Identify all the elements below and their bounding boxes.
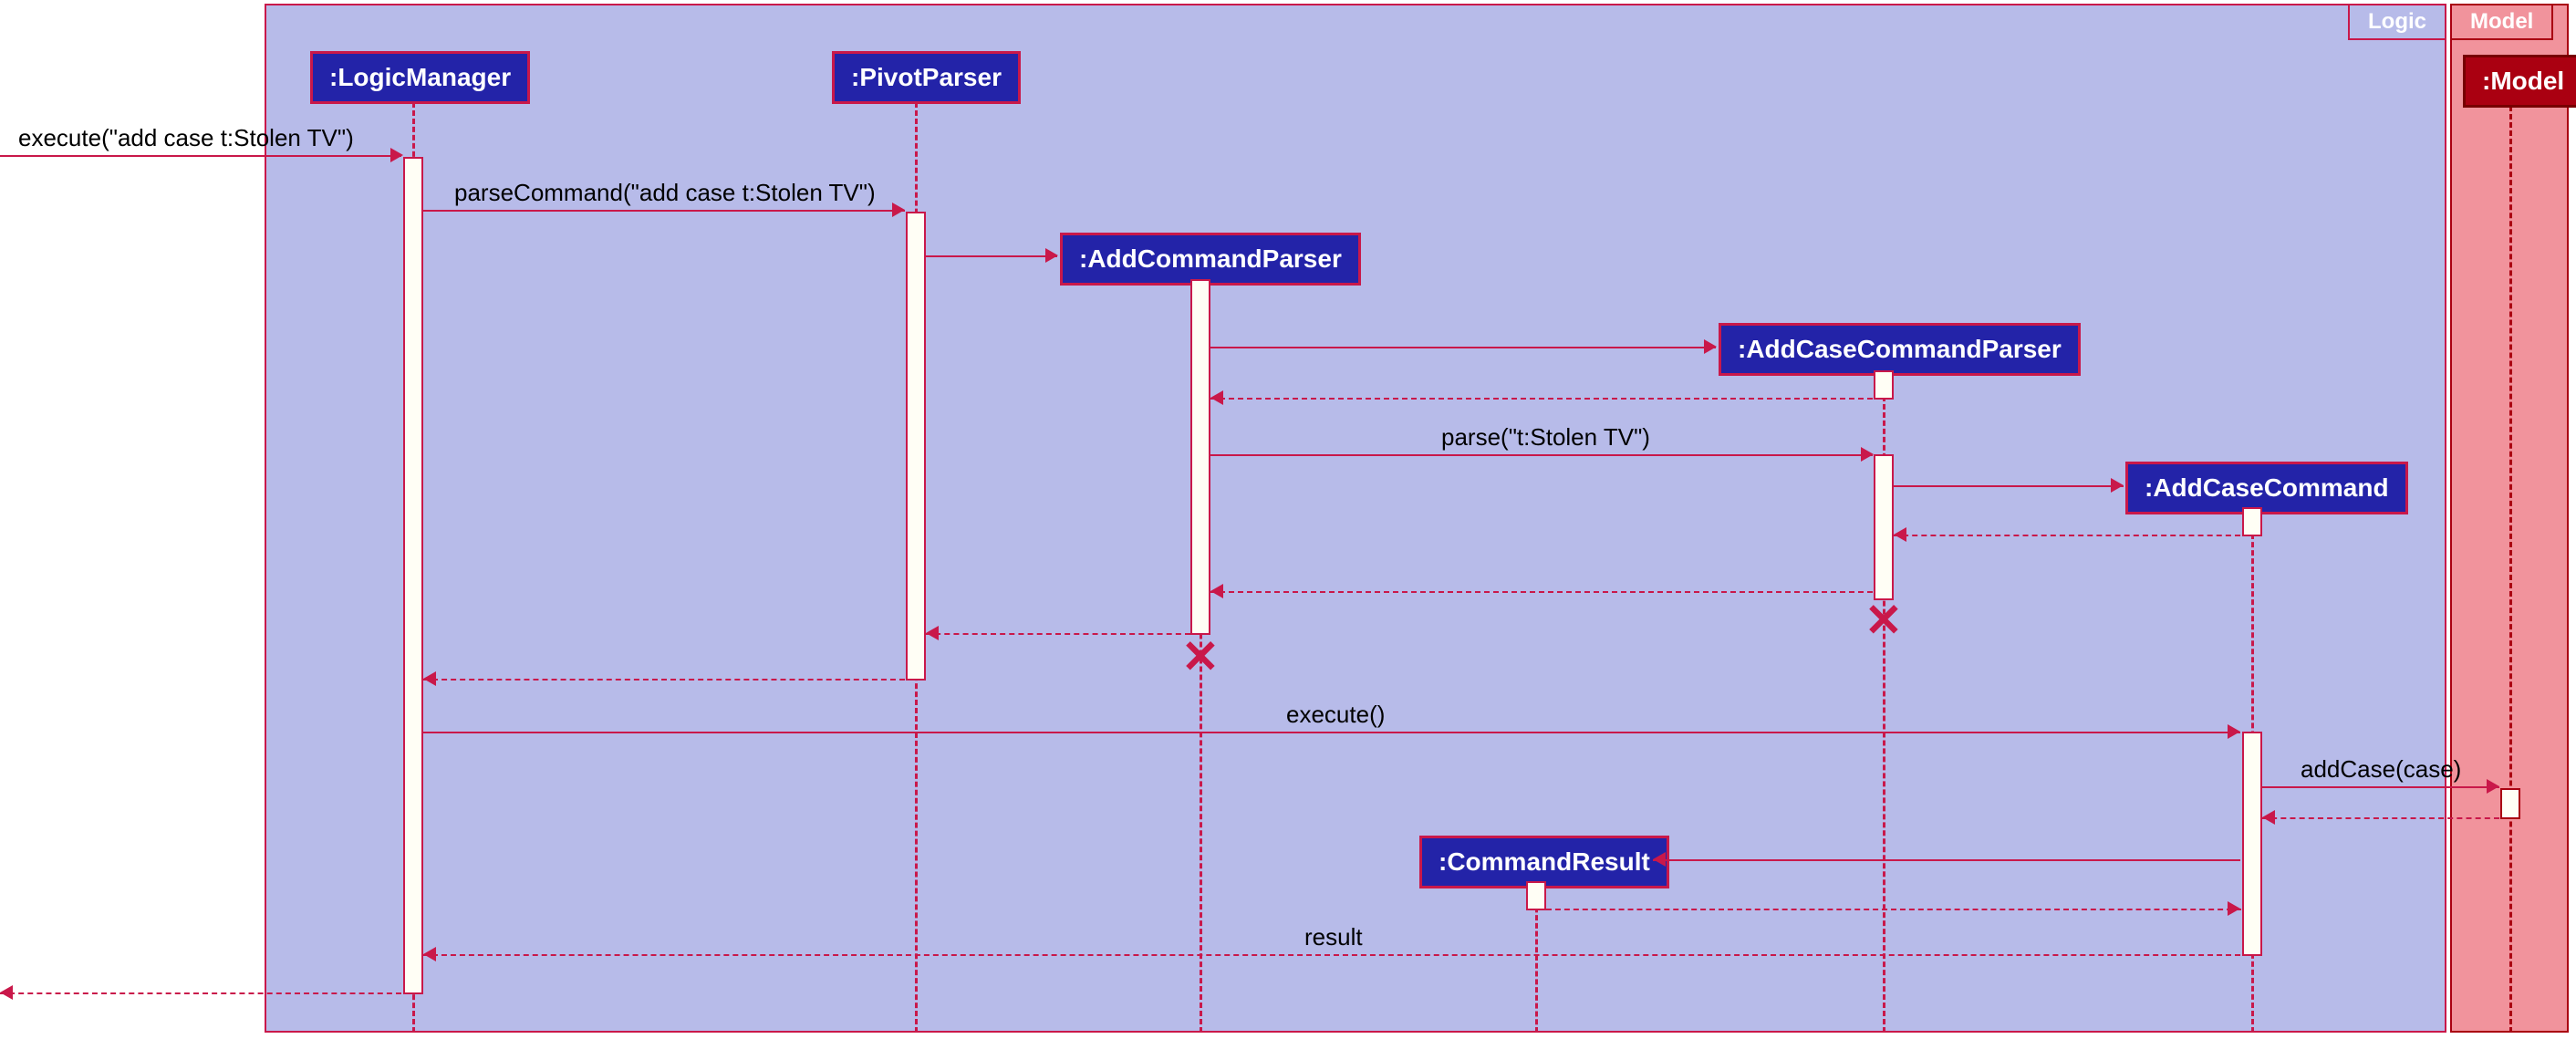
arrow-parsecommand [423,210,905,212]
activation-addcasecommandparser-2 [1874,454,1894,600]
arrow-result [423,954,2240,956]
arrowhead-execute-in [390,148,403,162]
arrowhead-return-model [2262,810,2275,825]
participant-pivotparser: :PivotParser [832,51,1021,104]
participant-model: :Model [2463,55,2576,108]
participant-addcasecommand: :AddCaseCommand [2125,462,2408,514]
activation-pivotparser [906,212,926,681]
package-logic: Logic [265,4,2446,1033]
package-logic-title: Logic [2348,4,2446,40]
package-model-title: Model [2450,4,2553,40]
arrow-return-pp [423,679,905,681]
arrow-return-accp2 [1210,591,1873,593]
destroy-addcommandparser: ✕ [1181,630,1220,683]
activation-model [2500,788,2520,819]
arrow-return-acp [926,633,1190,635]
arrow-create-addcasecommandparser [1210,347,1716,348]
arrowhead-create-addcommandparser [1045,248,1058,263]
arrow-return-accp1 [1210,398,1873,400]
arrowhead-return-acp [926,626,939,640]
arrowhead-result [423,947,436,961]
label-parsecommand: parseCommand("add case t:Stolen TV") [454,179,876,207]
activation-logicmanager [403,157,423,994]
arrowhead-create-commandresult [1653,852,1666,867]
arrowhead-return-pp [423,671,436,686]
label-parse: parse("t:Stolen TV") [1441,423,1650,452]
arrowhead-execute2 [2228,724,2240,739]
arrowhead-parse [1861,447,1874,462]
arrow-create-addcasecommand [1894,485,2124,487]
activation-addcasecommand-1 [2242,507,2262,536]
participant-logicmanager: :LogicManager [310,51,530,104]
arrowhead-return-accp1 [1210,390,1223,405]
arrowhead-parsecommand [892,203,905,217]
arrow-create-commandresult [1653,859,2240,861]
activation-commandresult [1526,881,1546,910]
arrow-parse [1210,454,1873,456]
participant-addcommandparser: :AddCommandParser [1060,233,1361,286]
activation-addcasecommand-2 [2242,732,2262,956]
arrowhead-return-accp2 [1210,584,1223,598]
label-execute-in: execute("add case t:Stolen TV") [18,124,354,152]
arrowhead-return-cr [2228,901,2240,916]
arrow-addcase [2262,786,2499,788]
arrow-return-out [0,992,401,994]
lifeline-model [2509,106,2512,1033]
label-addcase: addCase(case) [2301,755,2461,784]
activation-addcasecommandparser-1 [1874,370,1894,400]
arrow-execute2 [423,732,2240,733]
arrowhead-return-out [0,985,13,1000]
destroy-addcasecommandparser: ✕ [1864,594,1903,647]
arrow-create-addcommandparser [926,255,1057,257]
arrowhead-addcase [2487,779,2499,794]
activation-addcommandparser [1190,279,1210,635]
arrowhead-create-addcasecommand [2111,478,2124,493]
arrow-execute-in [0,155,401,157]
arrowhead-create-addcasecommandparser [1704,339,1717,354]
label-execute2: execute() [1286,701,1385,729]
participant-addcasecommandparser: :AddCaseCommandParser [1719,323,2081,376]
arrow-return-acc1 [1894,535,2240,536]
arrowhead-return-acc1 [1894,527,1906,542]
arrow-return-cr [1546,909,2241,910]
arrow-return-model [2262,817,2499,819]
label-result: result [1304,923,1363,951]
